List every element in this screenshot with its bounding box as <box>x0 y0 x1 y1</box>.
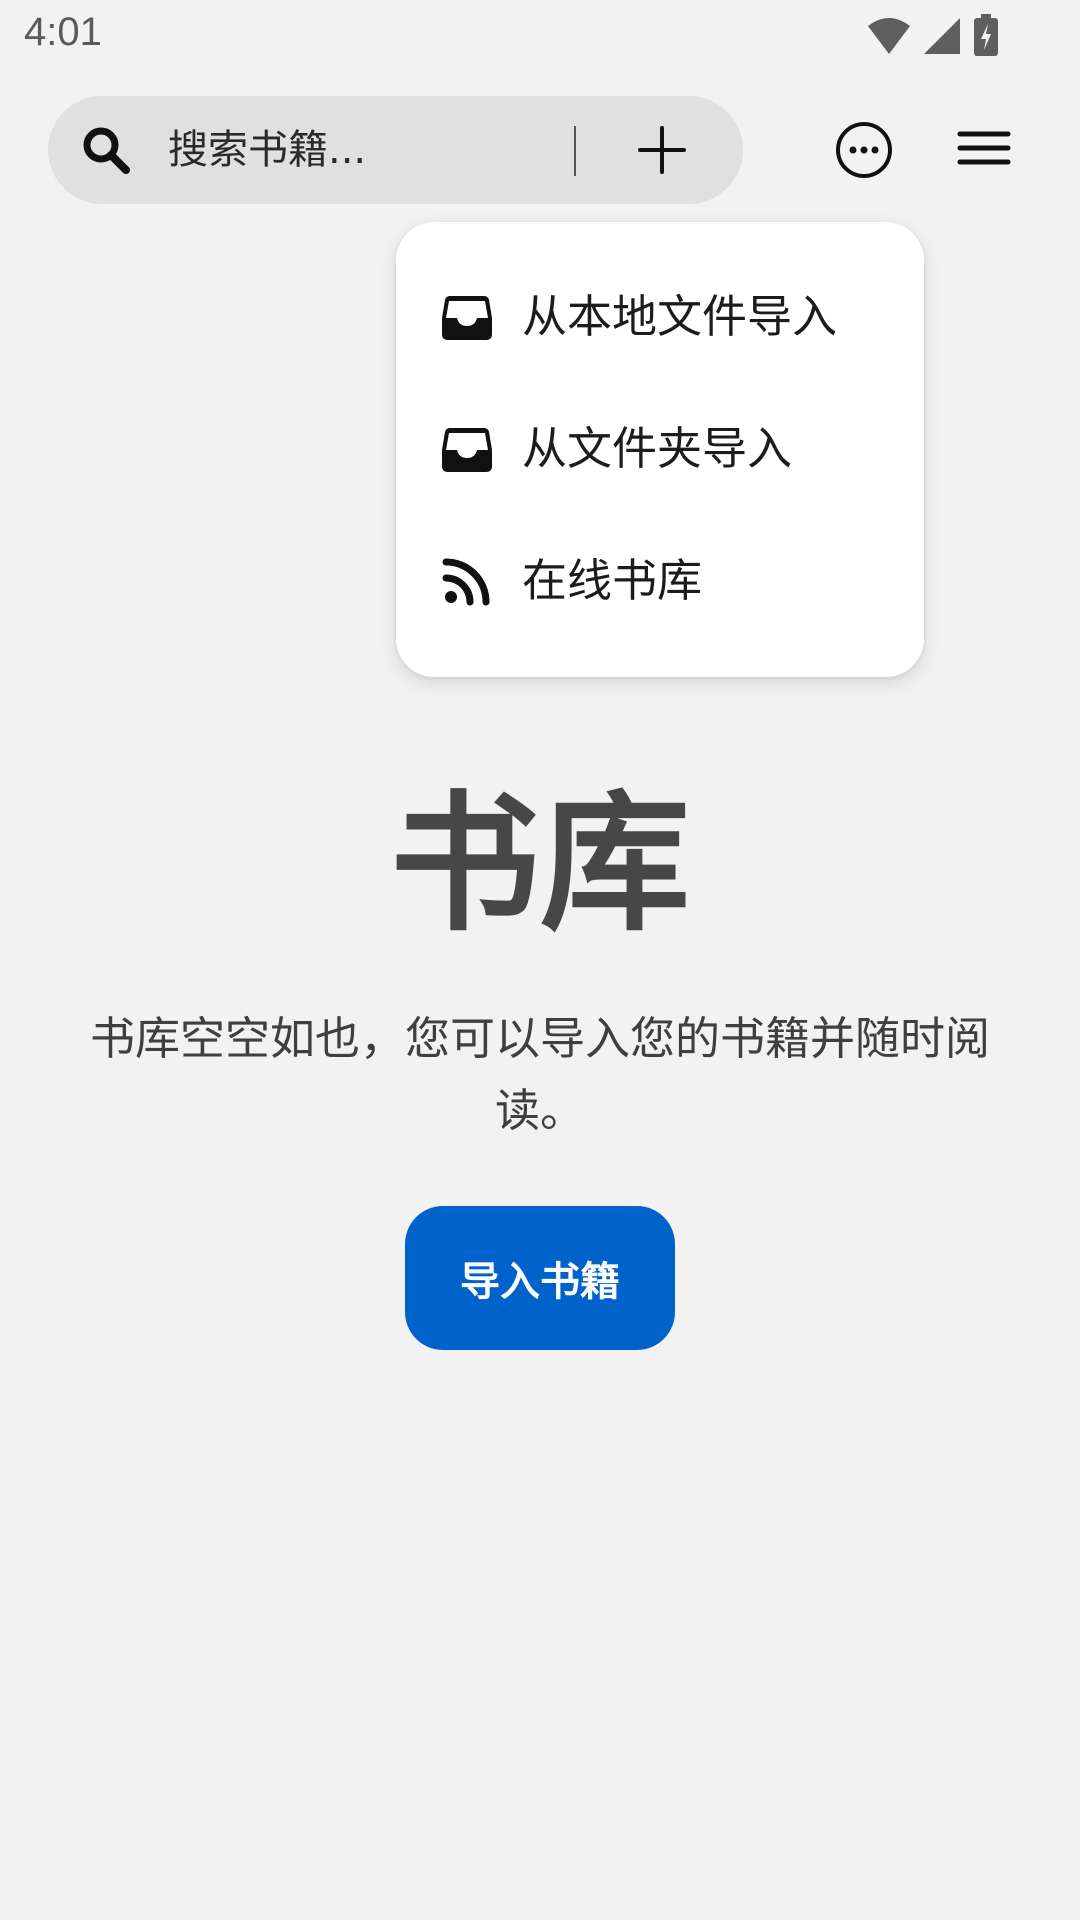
page-title: 书库 <box>389 778 690 952</box>
menu-item-label: 从本地文件导入 <box>522 290 838 343</box>
status-icons <box>866 14 1000 58</box>
menu-item-label: 从文件夹导入 <box>522 422 793 475</box>
empty-state-description: 书库空空如也，您可以导入您的书籍并随时阅读。 <box>89 1012 990 1137</box>
rss-feed-icon <box>442 558 490 606</box>
menu-item-online-library[interactable]: 在线书库 <box>396 526 924 636</box>
status-time: 4:01 <box>24 10 102 54</box>
search-divider <box>574 126 576 176</box>
import-books-button[interactable]: 导入书籍 <box>405 1206 675 1350</box>
menu-item-label: 在线书库 <box>522 554 703 607</box>
inbox-tray-icon <box>442 428 492 472</box>
menu-item-import-local-file[interactable]: 从本地文件导入 <box>396 262 924 372</box>
inbox-tray-icon <box>442 296 492 340</box>
search-input[interactable]: 搜索书籍... <box>168 124 366 176</box>
status-bar: 4:01 <box>0 0 1080 72</box>
cellular-signal-icon <box>924 18 960 54</box>
hamburger-menu-icon[interactable] <box>956 122 1012 178</box>
more-options-icon[interactable] <box>834 120 894 180</box>
plus-icon[interactable] <box>634 122 690 178</box>
search-bar[interactable]: 搜索书籍... <box>48 96 743 204</box>
search-icon[interactable] <box>80 124 132 176</box>
wifi-icon <box>868 18 910 54</box>
battery-charging-icon <box>974 14 998 56</box>
menu-item-import-folder[interactable]: 从文件夹导入 <box>396 394 924 504</box>
